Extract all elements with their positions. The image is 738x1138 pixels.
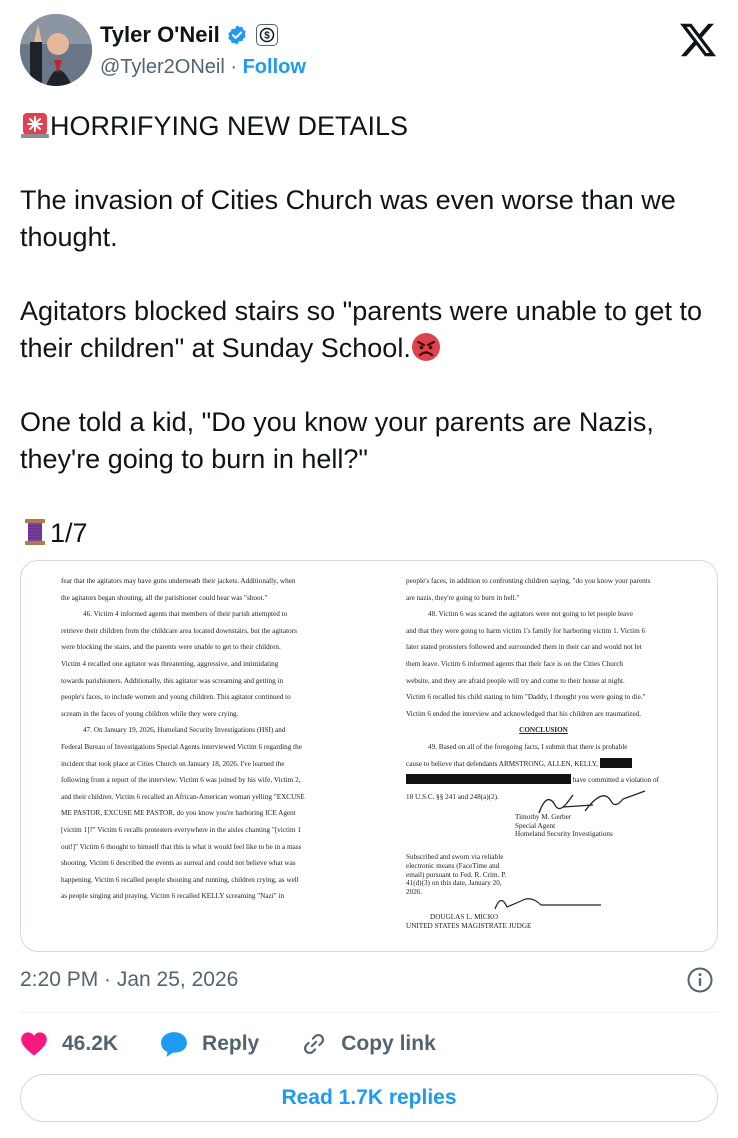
thread-spool-icon xyxy=(25,519,45,545)
like-button[interactable]: 46.2K xyxy=(20,1031,118,1057)
document-line: retrieve their children from the childca… xyxy=(61,626,297,635)
document-line: cause to believe that defendants ARMSTRO… xyxy=(406,756,681,773)
document-line: the agitators began shouting, all the pa… xyxy=(61,593,268,602)
document-line: scream in the faces of young children wh… xyxy=(61,709,239,718)
follow-button[interactable]: Follow xyxy=(243,56,306,78)
judge-name: DOUGLAS L. MICKO xyxy=(430,913,499,921)
reply-button[interactable]: Reply xyxy=(160,1031,259,1057)
handle[interactable]: @Tyler2ONeil xyxy=(100,56,225,78)
reply-label: Reply xyxy=(202,1032,260,1055)
document-line: towards parishioners. Additionally, this… xyxy=(61,676,284,685)
handle-row: @Tyler2ONeil · Follow xyxy=(100,56,306,79)
document-line: [victim 1]?" Victim 6 recalls protesters… xyxy=(61,825,302,834)
document-line: them leave. Victim 6 informed agents tha… xyxy=(406,659,623,668)
document-line: 49. Based on all of the foregoing facts,… xyxy=(428,742,628,751)
signer-block: Timothy M. Gerber Special Agent Homeland… xyxy=(515,813,613,839)
tweet-header: Tyler O'Neil $ @Tyler2ONeil · Follow xyxy=(20,14,720,90)
document-line: Federal Bureau of Investigations Special… xyxy=(61,742,302,751)
sworn-line: Subscribed and sworn via reliable xyxy=(406,853,504,861)
info-icon[interactable] xyxy=(686,966,714,994)
thread-count: 1/7 xyxy=(50,518,88,548)
document-line: 46. Victim 4 informed agents that member… xyxy=(83,610,288,619)
document-line: Victim 4 recalled one agitator was threa… xyxy=(61,659,279,668)
signer-org: Homeland Security Investigations xyxy=(515,830,613,838)
document-line: 48. Victim 6 was scared the agitators we… xyxy=(428,610,634,619)
svg-text:$: $ xyxy=(264,31,270,42)
document-line: website, and they are afraid people will… xyxy=(406,676,625,685)
sworn-line: 41(d)(3) on this date, January 20, xyxy=(406,879,502,888)
document-line: following from a report of the interview… xyxy=(61,776,301,785)
copy-link-label: Copy link xyxy=(341,1032,436,1055)
verified-badge-icon xyxy=(228,25,246,45)
document-line: Victim 6 ended the interview and acknowl… xyxy=(406,709,642,718)
judge-title: UNITED STATES MAGISTRATE JUDGE xyxy=(406,922,532,930)
tweet-paragraph-2: Agitators blocked stairs so "parents wer… xyxy=(20,296,702,363)
subscription-icon: $ xyxy=(255,24,278,46)
document-line-text: cause to believe that defendants ARMSTRO… xyxy=(406,759,598,768)
link-icon xyxy=(304,1034,325,1054)
action-bar: 46.2K Reply Copy link xyxy=(20,1026,478,1062)
copy-link-button[interactable]: Copy link xyxy=(301,1031,436,1057)
sworn-line: email) pursuant to Fed. R. Crim. P. xyxy=(406,870,507,879)
document-line: and that they were going to harm victim … xyxy=(406,626,646,635)
read-replies-label: Read 1.7K replies xyxy=(281,1086,457,1109)
like-count: 46.2K xyxy=(62,1032,119,1055)
document-left-column: fear that the agitators may have guns un… xyxy=(61,573,361,905)
redaction xyxy=(406,774,571,785)
document-line: incident that took place at Cities Churc… xyxy=(61,759,285,768)
sworn-line: electronic means (FaceTime and xyxy=(406,861,500,870)
document-line: as people singing and praying. Victim 6 … xyxy=(61,892,285,901)
tweet-paragraph-1: The invasion of Cities Church was even w… xyxy=(20,185,676,252)
document-line: are nazis, they're going to burn in hell… xyxy=(406,593,520,602)
document-line: people's faces, to include women and you… xyxy=(61,693,291,702)
avatar[interactable] xyxy=(20,14,92,86)
read-replies-button[interactable]: Read 1.7K replies xyxy=(20,1074,718,1122)
judge-block: DOUGLAS L. MICKO UNITED STATES MAGISTRAT… xyxy=(406,913,606,931)
signer-title: Special Agent xyxy=(515,821,556,830)
heart-icon xyxy=(21,1032,47,1056)
tweet-paragraph-3: One told a kid, "Do you know your parent… xyxy=(20,407,654,474)
angry-face-icon xyxy=(411,333,440,361)
reply-icon xyxy=(161,1032,187,1057)
redaction xyxy=(599,757,632,768)
document-line: out!]" Victim 6 thought to himself that … xyxy=(61,842,302,851)
tweet-text: HORRIFYING NEW DETAILS The invasion of C… xyxy=(20,108,720,589)
document-line-text: have committed a violation of xyxy=(572,776,660,785)
document-line: Victim 6 recalled his child stating to h… xyxy=(406,693,646,702)
x-logo-icon[interactable] xyxy=(678,20,718,60)
divider xyxy=(20,1012,718,1013)
separator: · xyxy=(230,56,238,78)
document-line: fear that the agitators may have guns un… xyxy=(61,577,296,585)
document-right-column: people's faces, in addition to confronti… xyxy=(406,573,681,805)
siren-icon xyxy=(21,113,49,138)
document-line: ME PASTOR, EXCUSE ME PASTOR, do you know… xyxy=(61,809,296,818)
signer-name: Timothy M. Gerber xyxy=(515,813,572,821)
document-line: happening. Victim 6 recalled people shou… xyxy=(61,875,299,884)
timestamp[interactable]: 2:20 PM · Jan 25, 2026 xyxy=(20,968,238,992)
judge-signature xyxy=(494,898,601,910)
document-line: shooting. Victim 6 described the events … xyxy=(61,859,296,868)
document-line: later stated protesters followed and sur… xyxy=(406,643,642,652)
document-line: were blocking the stairs, and the parent… xyxy=(61,643,281,652)
tweet-headline: HORRIFYING NEW DETAILS xyxy=(50,111,409,141)
document-line: 47. On January 19, 2026, Homeland Securi… xyxy=(83,726,286,735)
document-line: and their children. Victim 6 recalled an… xyxy=(61,792,305,801)
display-name[interactable]: Tyler O'Neil xyxy=(100,22,220,48)
document-line: people's faces, in addition to confronti… xyxy=(406,577,651,585)
conclusion-heading: CONCLUSION xyxy=(519,726,568,735)
document-image[interactable]: fear that the agitators may have guns un… xyxy=(20,560,718,952)
